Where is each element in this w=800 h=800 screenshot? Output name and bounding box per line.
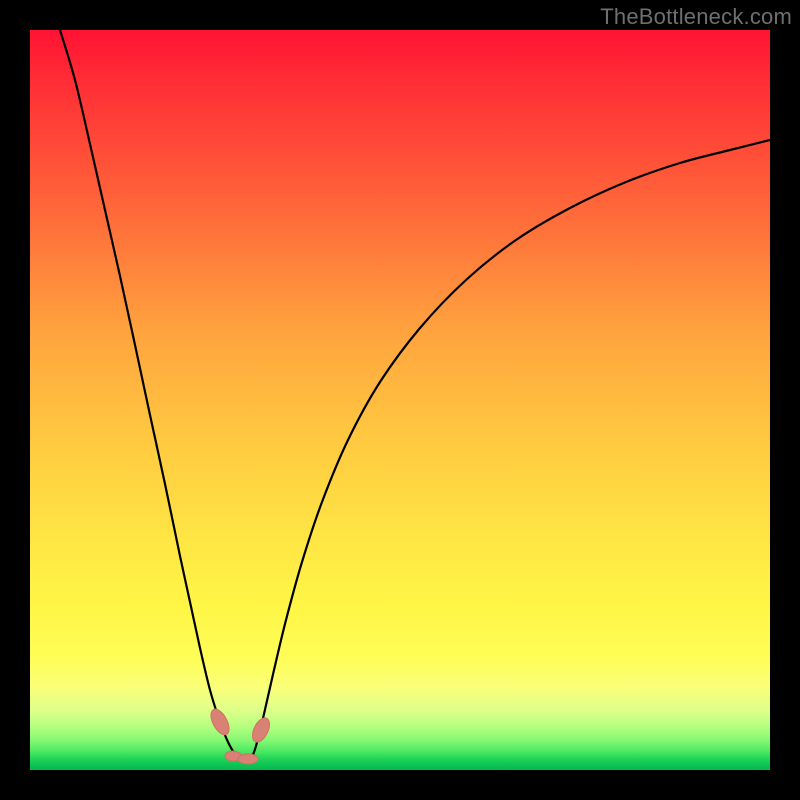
curve-marker xyxy=(249,715,273,745)
chart-stage: TheBottleneck.com xyxy=(0,0,800,800)
curve-marker xyxy=(238,754,258,764)
curve-left xyxy=(60,30,250,762)
plot-area xyxy=(30,30,770,770)
curve-right xyxy=(250,140,770,762)
watermark-text: TheBottleneck.com xyxy=(600,4,792,30)
curve-marker xyxy=(207,706,233,737)
curve-layer xyxy=(30,30,770,770)
